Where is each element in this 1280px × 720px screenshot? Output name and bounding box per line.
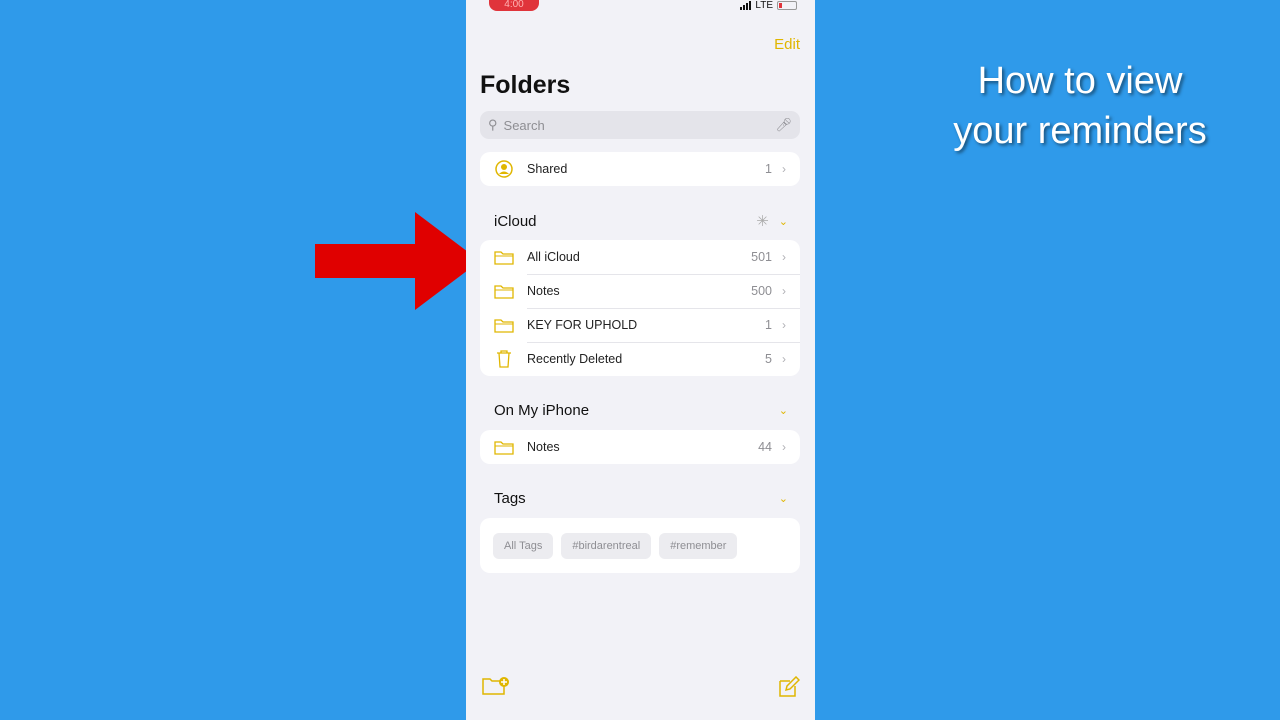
section-title: iCloud [494, 212, 537, 230]
search-input[interactable]: ⚲ Search 🎤︎ [480, 111, 800, 139]
signal-icon [740, 1, 752, 10]
search-placeholder: Search [503, 117, 545, 133]
tag-birdarentreal[interactable]: #birdarentreal [561, 532, 652, 559]
folder-shared[interactable]: Shared 1 › [480, 152, 800, 186]
network-label: LTE [755, 0, 773, 11]
tag-all-tags[interactable]: All Tags [493, 532, 554, 559]
tags-card: All Tags #birdarentreal #remember [480, 518, 800, 573]
headline: How to view your reminders [953, 60, 1207, 152]
folder-count: 1 [765, 162, 772, 176]
folder-icon [494, 440, 514, 455]
battery-icon [777, 1, 797, 10]
page-title: Folders [480, 71, 571, 99]
shared-card: Shared 1 › [480, 152, 800, 186]
section-title: Tags [494, 490, 526, 507]
person-circle-icon [494, 160, 514, 178]
chevron-right-icon: › [782, 284, 786, 298]
section-title: On My iPhone [494, 402, 590, 419]
folder-count: 500 [751, 284, 772, 298]
folder-icon [494, 284, 514, 299]
phone-screen: 4:00 LTE Edit Folders ⚲ Search 🎤︎ Shared… [466, 0, 815, 720]
chevron-right-icon: › [782, 440, 786, 454]
folder-icon [494, 318, 514, 333]
section-on-my-iphone[interactable]: On My iPhone ⌄ [494, 402, 788, 419]
icloud-card: All iCloud 501 › Notes 500 › KEY FOR UPHOLD 1… [480, 240, 800, 376]
chevron-right-icon: › [782, 162, 786, 176]
edit-button[interactable]: Edit [774, 36, 800, 53]
new-folder-icon[interactable] [482, 676, 510, 701]
folder-all-icloud[interactable]: All iCloud 501 › [480, 240, 800, 274]
folder-count: 5 [765, 352, 772, 366]
recording-pill[interactable]: 4:00 [489, 0, 539, 11]
on-my-iphone-card: Notes 44 › [480, 430, 800, 464]
microphone-icon[interactable]: 🎤︎ [775, 117, 792, 133]
folder-notes[interactable]: Notes 500 › [480, 274, 800, 308]
chevron-right-icon: › [782, 250, 786, 264]
chevron-down-icon[interactable]: ⌄ [779, 215, 788, 228]
folder-count: 1 [765, 318, 772, 332]
folder-label: Shared [527, 162, 568, 176]
folder-label: Recently Deleted [527, 352, 623, 366]
folder-iphone-notes[interactable]: Notes 44 › [480, 430, 800, 464]
trash-icon [494, 350, 514, 368]
chevron-right-icon: › [782, 318, 786, 332]
folder-label: KEY FOR UPHOLD [527, 318, 638, 332]
chevron-down-icon[interactable]: ⌄ [779, 492, 788, 505]
red-arrow-icon [315, 212, 480, 310]
compose-icon[interactable] [778, 675, 801, 703]
section-tags[interactable]: Tags ⌄ [494, 490, 788, 507]
loading-spinner-icon: ✳ [756, 213, 769, 230]
folder-key-for-uphold[interactable]: KEY FOR UPHOLD 1 › [480, 308, 800, 342]
status-bar: LTE [740, 0, 797, 11]
chevron-right-icon: › [782, 352, 786, 366]
folder-icon [494, 250, 514, 265]
folder-label: All iCloud [527, 250, 580, 264]
search-icon: ⚲ [488, 117, 498, 132]
folder-recently-deleted[interactable]: Recently Deleted 5 › [480, 342, 800, 376]
folder-count: 44 [758, 440, 772, 454]
section-icloud[interactable]: iCloud ✳ ⌄ [494, 212, 788, 231]
chevron-down-icon[interactable]: ⌄ [779, 404, 788, 417]
folder-label: Notes [527, 440, 560, 454]
folder-count: 501 [751, 250, 772, 264]
folder-label: Notes [527, 284, 560, 298]
tag-remember[interactable]: #remember [659, 532, 738, 559]
